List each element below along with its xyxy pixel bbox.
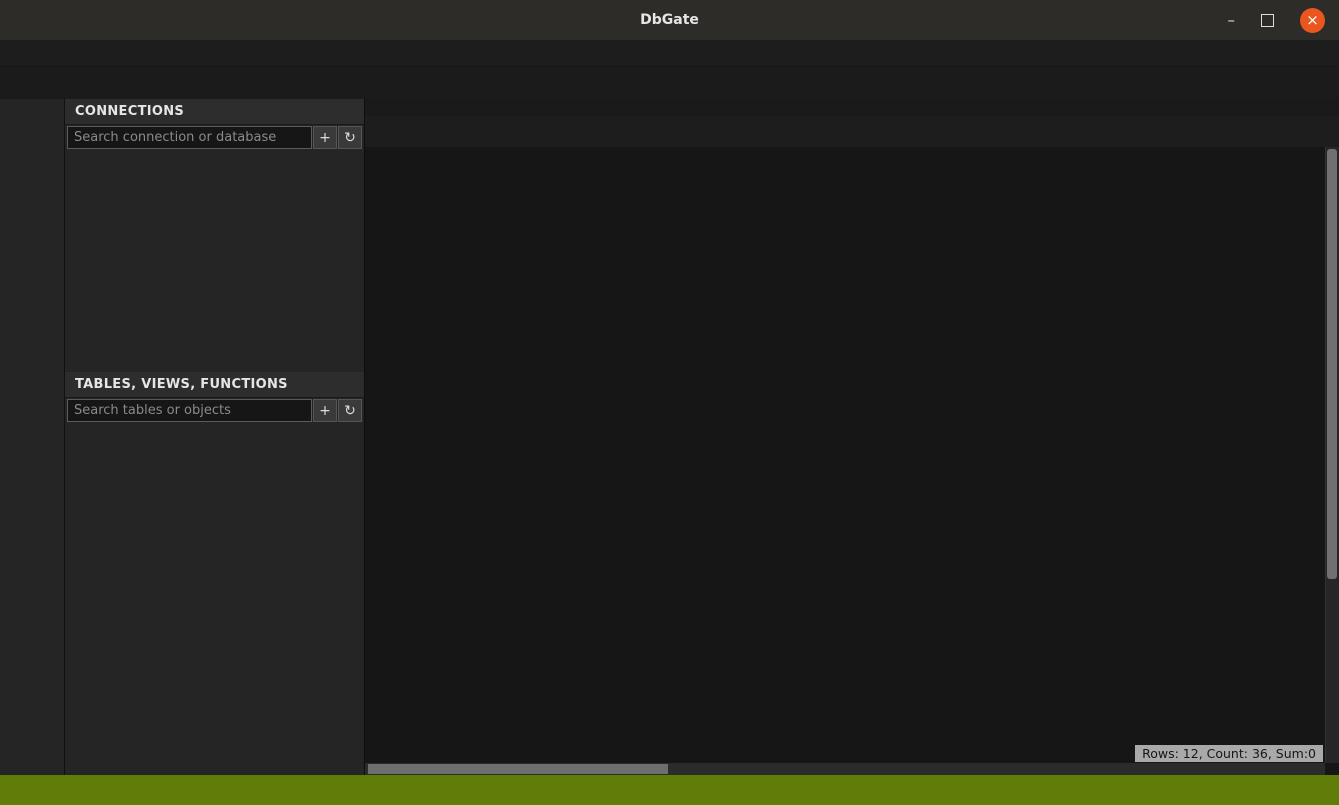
tab-group-row [365, 99, 1339, 116]
connections-search-input[interactable] [67, 126, 312, 149]
tables-search-input[interactable] [67, 399, 312, 422]
refresh-connections-button[interactable]: ↻ [338, 126, 362, 149]
window-title: DbGate [0, 12, 1339, 28]
connections-list [65, 150, 364, 372]
sidebar: CONNECTIONS + ↻ TABLES, VIEWS, FUNCTIONS… [65, 99, 365, 775]
toolbar [0, 67, 1339, 99]
statusbar [0, 775, 1339, 805]
icon-rail [0, 99, 65, 775]
main-body: CONNECTIONS + ↻ TABLES, VIEWS, FUNCTIONS… [0, 99, 1339, 775]
refresh-tables-button[interactable]: ↻ [338, 399, 362, 422]
window-controls: – × [1228, 8, 1339, 33]
data-grid: Rows: 12, Count: 36, Sum:0 [365, 147, 1339, 775]
tab-row [365, 116, 1339, 147]
add-connection-small-button[interactable]: + [313, 126, 337, 149]
connections-panel-title: CONNECTIONS [65, 99, 364, 125]
horizontal-scrollbar-thumb[interactable] [368, 764, 668, 774]
menubar [0, 40, 1339, 67]
connections-search-row: + ↻ [65, 125, 364, 150]
add-table-small-button[interactable]: + [313, 399, 337, 422]
horizontal-scrollbar[interactable] [365, 763, 1325, 775]
tables-panel-title: TABLES, VIEWS, FUNCTIONS [65, 372, 364, 398]
close-icon[interactable]: × [1300, 8, 1325, 33]
titlebar: DbGate – × [0, 0, 1339, 40]
dbgate-app: DbGate – × CONNECTIONS + ↻ TABLES, VIEWS… [0, 0, 1339, 805]
content-area: Rows: 12, Count: 36, Sum:0 [365, 99, 1339, 775]
minimize-icon[interactable]: – [1228, 11, 1236, 29]
selection-stats-overlay: Rows: 12, Count: 36, Sum:0 [1135, 745, 1323, 762]
vertical-scrollbar-thumb[interactable] [1327, 149, 1337, 579]
tables-search-row: + ↻ [65, 398, 364, 423]
maximize-icon[interactable] [1261, 14, 1274, 27]
tables-list [65, 423, 364, 775]
vertical-scrollbar[interactable] [1325, 147, 1339, 763]
